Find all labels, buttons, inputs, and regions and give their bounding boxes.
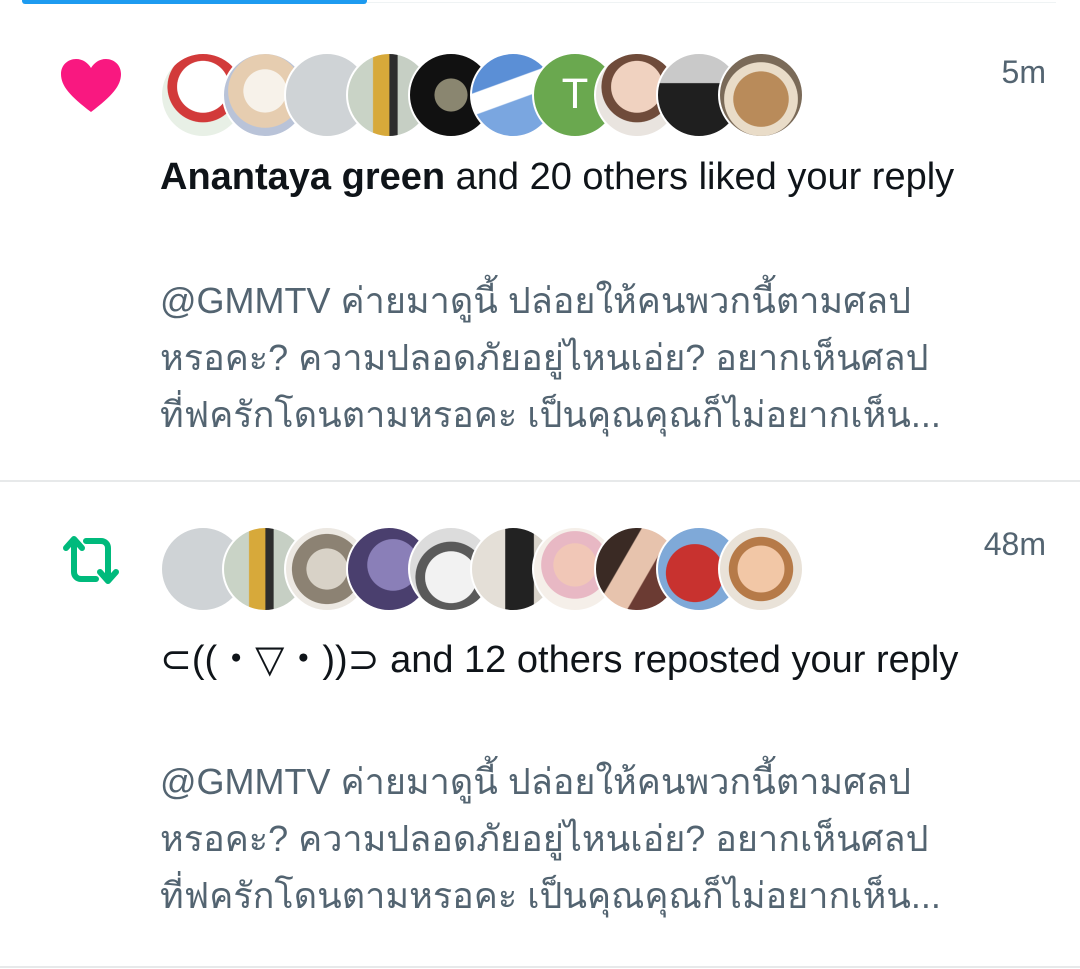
avatar[interactable] — [718, 526, 804, 612]
reply-preview[interactable]: @GMMTV ค่ายมาดูนี้ ปล่อยให้คนพวกนี้ตามศล… — [160, 753, 1060, 924]
action-text: and 20 others liked your reply — [445, 156, 955, 198]
divider — [367, 2, 1056, 3]
reply-preview[interactable]: @GMMTV ค่ายมาดูนี้ ปล่อยให้คนพวกนี้ตามศล… — [160, 272, 1060, 443]
action-text: and 12 others reposted your reply — [379, 639, 959, 681]
timestamp: 5m — [1001, 54, 1046, 90]
avatar-row — [160, 526, 804, 614]
avatar[interactable] — [718, 52, 804, 138]
actor-name[interactable]: Anantaya green — [160, 156, 445, 198]
notification-repost[interactable]: 48m ⊂((・▽・))⊃ and 12 others reposted you… — [0, 482, 1080, 968]
avatar-row: T — [160, 52, 804, 140]
actor-name[interactable]: ⊂((・▽・))⊃ — [160, 639, 380, 681]
heart-icon — [61, 59, 121, 112]
timestamp: 48m — [983, 526, 1046, 562]
notification-headline: Anantaya green and 20 others liked your … — [160, 154, 1040, 200]
notification-like[interactable]: T 5m Anantaya green and 20 others liked … — [0, 4, 1080, 482]
repost-icon — [63, 536, 119, 584]
notification-headline: ⊂((・▽・))⊃ and 12 others reposted your re… — [160, 637, 1040, 683]
